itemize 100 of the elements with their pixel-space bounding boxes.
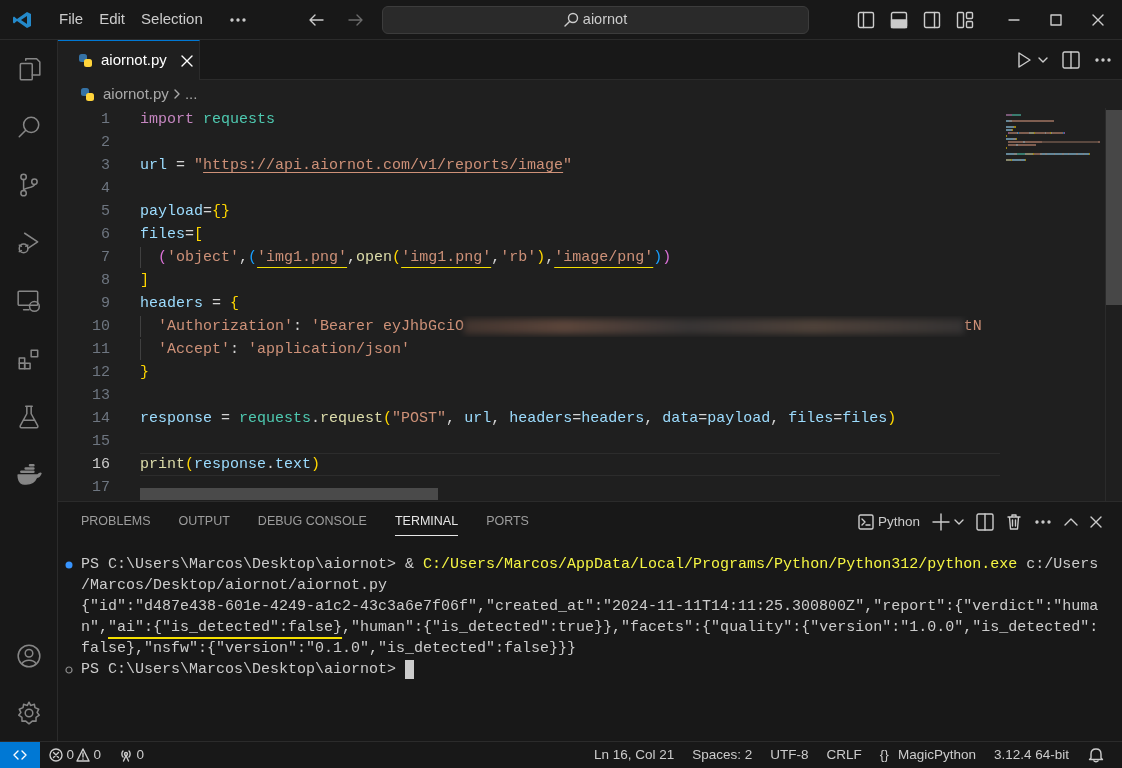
panel-tab[interactable]: DEBUG CONSOLE: [257, 508, 367, 536]
code-token: 'img1.png': [401, 249, 492, 266]
code-token: ): [311, 456, 321, 473]
code-token: tN: [963, 318, 982, 335]
scrollbar-thumb[interactable]: [1106, 110, 1122, 305]
menu-item[interactable]: File: [51, 8, 92, 31]
app-logo-icon: [12, 9, 32, 30]
panel-tab[interactable]: OUTPUT: [178, 508, 230, 536]
editor-tab[interactable]: aiornot.py: [58, 40, 200, 80]
code-token: =: [203, 203, 213, 220]
status-item[interactable]: Spaces: 2: [683, 744, 762, 766]
remote-explorer-icon[interactable]: [15, 288, 42, 314]
command-success-dot-icon[interactable]: [65, 560, 73, 569]
code-token: =: [572, 410, 582, 427]
problems-status[interactable]: 0: [40, 744, 76, 766]
line-number: 8: [100, 271, 111, 291]
line-number: 16: [91, 455, 111, 475]
panel-tab[interactable]: PORTS: [486, 508, 529, 536]
chevron-down-icon[interactable]: [1038, 56, 1048, 63]
terminal-icon: [858, 514, 875, 530]
search-icon: [563, 11, 580, 28]
line-number: 3: [100, 156, 111, 176]
code-token: ,: [491, 249, 501, 266]
scrollbar[interactable]: [1105, 108, 1122, 501]
code-token: https://api.aiornot.com/v1/reports/image: [203, 157, 564, 174]
breadcrumb-item[interactable]: aiornot.py: [103, 82, 169, 106]
code-token: ": [563, 157, 573, 174]
line-number: 14: [91, 409, 111, 429]
line-number: 1: [100, 110, 111, 130]
code-token: =: [698, 410, 708, 427]
settings-icon[interactable]: [15, 699, 42, 726]
custom-layout-icon[interactable]: [956, 10, 974, 29]
code-token: import: [140, 111, 194, 128]
tab-label: aiornot.py: [101, 50, 167, 71]
trash-icon[interactable]: [1006, 513, 1022, 531]
code-token: open: [356, 249, 393, 266]
status-item[interactable]: Ln 16, Col 21: [585, 744, 684, 766]
close-icon[interactable]: [1090, 516, 1102, 528]
code-token: ,: [491, 410, 502, 427]
code-token: ,: [770, 410, 781, 427]
code-token: =: [185, 226, 195, 243]
terminal-text: /Marcos/Desktop/aiornot/aiornot.py: [81, 577, 388, 594]
code-token: ": [194, 157, 204, 174]
line-number: 17: [91, 478, 111, 498]
ports-status[interactable]: 0: [110, 744, 154, 766]
code-token: requests: [239, 410, 312, 427]
breadcrumb-item[interactable]: ...: [184, 82, 198, 106]
status-item[interactable]: MagicPython: [888, 744, 985, 766]
code-token: [: [194, 226, 204, 243]
status-item[interactable]: UTF-8: [761, 744, 818, 766]
panel-tab[interactable]: TERMINAL: [394, 508, 459, 536]
panel-layout-icon[interactable]: [890, 10, 908, 29]
code-token: 'Bearer eyJhbGciO: [311, 318, 465, 335]
problems-status[interactable]: 0: [76, 744, 111, 766]
code-token: }: [140, 364, 149, 381]
line-number: 2: [100, 133, 111, 153]
search-text: aiornot: [582, 9, 628, 29]
code-token: {}: [212, 203, 231, 220]
code-token: (: [383, 410, 393, 427]
code-token: files: [140, 226, 185, 243]
bell-icon[interactable]: [1088, 747, 1104, 763]
scrollbar[interactable]: [140, 488, 438, 500]
terminal-text: ,"human":{"is_detected":true}},"facets":{"quality":{"version":"1.0.0","is_detected":: [342, 619, 1099, 636]
code-token: url: [140, 157, 167, 174]
terminal-profile-button[interactable]: Python: [858, 511, 920, 533]
status-item[interactable]: 3.12.4 64-bit: [984, 744, 1078, 766]
panel-tab[interactable]: PROBLEMS: [81, 508, 151, 536]
code-token: :: [230, 341, 241, 358]
code-token: files: [842, 410, 888, 427]
terminal-text: "ai":{"is_detected":false}: [108, 619, 343, 636]
menu-item[interactable]: Edit: [91, 8, 134, 31]
sidebar-layout-icon[interactable]: [857, 10, 875, 29]
split-layout-icon[interactable]: [923, 10, 941, 29]
code-token: headers: [581, 410, 645, 427]
split-terminal-icon[interactable]: [976, 513, 994, 531]
python-file-icon: [80, 86, 95, 102]
plus-icon[interactable]: [932, 513, 950, 531]
code-token: url: [464, 410, 492, 427]
code-token: print: [140, 456, 185, 473]
line-number: 4: [100, 179, 111, 199]
code-token: ,: [644, 410, 655, 427]
code-token: =: [833, 410, 843, 427]
maximize-icon[interactable]: [1050, 13, 1062, 26]
code-token: files: [788, 410, 834, 427]
command-pending-circle-icon[interactable]: [65, 665, 73, 674]
status-item[interactable]: CRLF: [817, 744, 871, 766]
code-token: request: [320, 410, 384, 427]
menu-item[interactable]: Selection: [133, 8, 211, 31]
close-icon[interactable]: [1092, 13, 1104, 26]
run-icon[interactable]: [1016, 50, 1032, 69]
chevron-up-icon[interactable]: [1064, 518, 1078, 526]
python-file-icon: [78, 53, 93, 68]
code-token: "POST": [392, 410, 447, 427]
account-icon[interactable]: [15, 642, 42, 669]
docker-icon[interactable]: [15, 462, 42, 488]
search-field[interactable]: aiornot: [381, 5, 809, 34]
chevron-down-icon[interactable]: [954, 519, 964, 525]
code-token: ,: [545, 249, 555, 266]
split-editor-icon[interactable]: [1062, 50, 1080, 69]
terminal-text: c:/Users: [1025, 556, 1099, 573]
